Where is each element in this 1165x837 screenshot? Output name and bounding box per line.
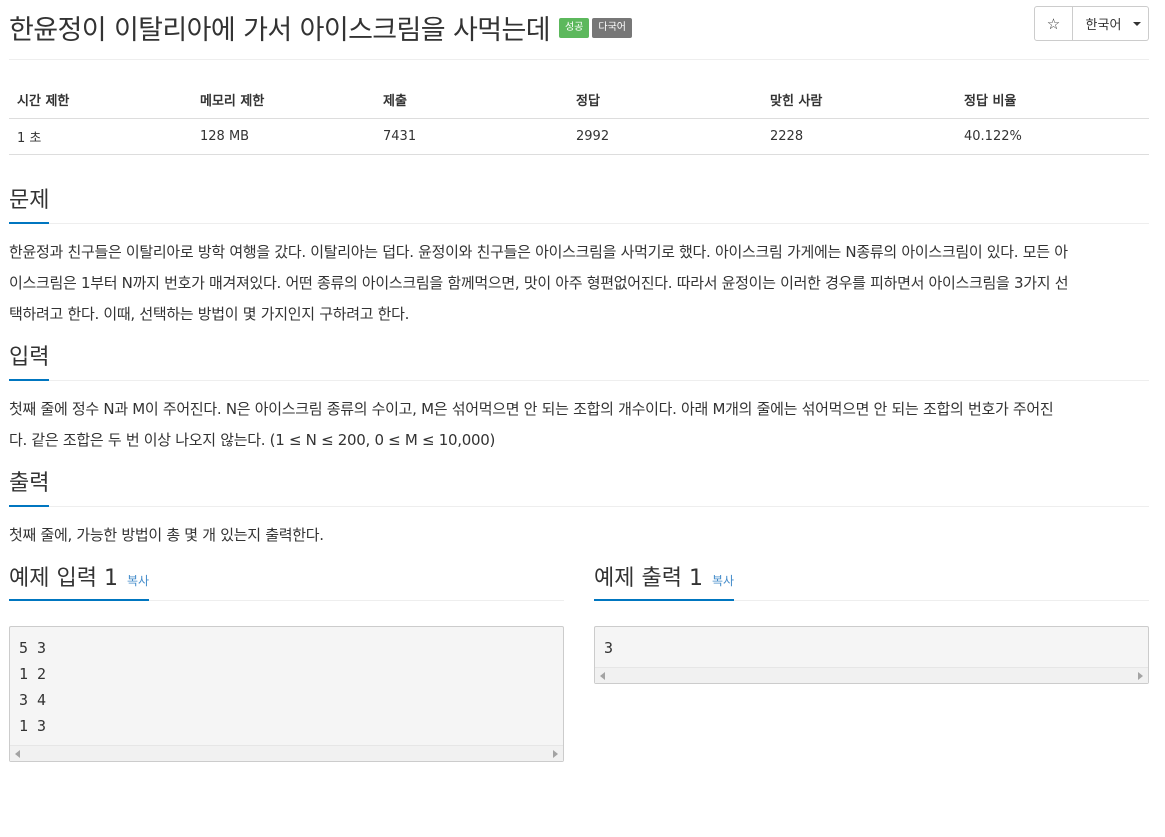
section-header: 문제 <box>9 178 1149 224</box>
problem-section: 문제 한윤정과 친구들은 이탈리아로 방학 여행을 갔다. 이탈리아는 덥다. … <box>9 178 1149 330</box>
code-line: 1 2 <box>19 665 47 683</box>
sample-heading: 예제 입력 1 복사 <box>9 565 150 601</box>
description-line: 첫째 줄에, 가능한 방법이 총 몇 개 있는지 출력한다. <box>9 526 324 544</box>
ratio-value: 40.122% <box>956 118 1149 155</box>
sample-output-panel: 예제 출력 1 복사 3 <box>594 555 1149 762</box>
header-time-limit: 시간 제한 <box>9 81 192 119</box>
description-line: 택하려고 한다. 이때, 선택하는 방법이 몇 가지인지 구하려고 한다. <box>9 305 410 323</box>
code-line: 3 <box>604 639 614 657</box>
scroll-right-icon[interactable] <box>1138 672 1143 680</box>
memory-limit-value: 128 MB <box>192 118 375 155</box>
header-button-group: ☆ 한국어 <box>1034 6 1149 41</box>
problem-header: 한윤정이 이탈리아에 가서 아이스크림을 사먹는데 성공 다국어 ☆ 한국어 <box>9 0 1149 60</box>
code-line: 1 3 <box>19 717 47 735</box>
header-ratio: 정답 비율 <box>956 81 1149 119</box>
horizontal-scrollbar[interactable] <box>10 745 563 761</box>
title-wrap: 한윤정이 이탈리아에 가서 아이스크림을 사먹는데 성공 다국어 <box>9 8 632 47</box>
multilang-badge: 다국어 <box>592 17 632 38</box>
sample-output-title: 예제 출력 1 <box>594 566 703 591</box>
input-description: 첫째 줄에 정수 N과 M이 주어진다. N은 아이스크림 종류의 수이고, M… <box>9 381 1149 456</box>
description-line: 다. 같은 조합은 두 번 이상 나오지 않는다. (1 ≤ N ≤ 200, … <box>9 431 496 449</box>
table-row: 1 초 128 MB 7431 2992 2228 40.122% <box>9 118 1149 155</box>
section-title-problem: 문제 <box>9 187 50 224</box>
description-line: 이스크림은 1부터 N까지 번호가 매겨져있다. 어떤 종류의 아이스크림을 함… <box>9 274 1069 292</box>
caret-down-icon <box>1133 21 1142 26</box>
language-dropdown[interactable]: 한국어 <box>1073 6 1149 41</box>
input-section: 입력 첫째 줄에 정수 N과 M이 주어진다. N은 아이스크림 종류의 수이고… <box>9 335 1149 456</box>
section-title-output: 출력 <box>9 470 50 507</box>
sample-header: 예제 입력 1 복사 <box>9 555 564 601</box>
language-label: 한국어 <box>1085 18 1122 33</box>
problem-title: 한윤정이 이탈리아에 가서 아이스크림을 사먹는데 <box>9 15 551 46</box>
section-header: 출력 <box>9 461 1149 507</box>
header-memory-limit: 메모리 제한 <box>192 81 375 119</box>
code-line: 5 3 <box>19 639 47 657</box>
scroll-right-icon[interactable] <box>553 750 558 758</box>
problem-info-table: 시간 제한 메모리 제한 제출 정답 맞힌 사람 정답 비율 1 초 128 M… <box>9 81 1149 155</box>
header-submissions: 제출 <box>375 81 568 119</box>
star-button[interactable]: ☆ <box>1034 6 1073 41</box>
scroll-left-icon[interactable] <box>600 672 605 680</box>
solvers-value: 2228 <box>762 118 956 155</box>
sample-input-panel: 예제 입력 1 복사 5 3 1 2 3 4 1 3 <box>9 555 564 762</box>
accepted-value: 2992 <box>568 118 762 155</box>
section-header: 입력 <box>9 335 1149 381</box>
horizontal-scrollbar[interactable] <box>595 667 1148 683</box>
header-solvers: 맞힌 사람 <box>762 81 956 119</box>
copy-output-link[interactable]: 복사 <box>712 572 734 589</box>
description-line: 한윤정과 친구들은 이탈리아로 방학 여행을 갔다. 이탈리아는 덥다. 윤정이… <box>9 243 1068 261</box>
code-line: 3 4 <box>19 691 47 709</box>
output-description: 첫째 줄에, 가능한 방법이 총 몇 개 있는지 출력한다. <box>9 507 1149 551</box>
sample-input-code[interactable]: 5 3 1 2 3 4 1 3 <box>9 626 564 762</box>
scroll-left-icon[interactable] <box>15 750 20 758</box>
success-badge: 성공 <box>558 17 590 38</box>
table-header-row: 시간 제한 메모리 제한 제출 정답 맞힌 사람 정답 비율 <box>9 81 1149 119</box>
sample-output-code[interactable]: 3 <box>594 626 1149 684</box>
problem-description: 한윤정과 친구들은 이탈리아로 방학 여행을 갔다. 이탈리아는 덥다. 윤정이… <box>9 224 1149 330</box>
output-section: 출력 첫째 줄에, 가능한 방법이 총 몇 개 있는지 출력한다. <box>9 461 1149 551</box>
copy-input-link[interactable]: 복사 <box>127 572 149 589</box>
description-line: 첫째 줄에 정수 N과 M이 주어진다. N은 아이스크림 종류의 수이고, M… <box>9 400 1054 418</box>
header-accepted: 정답 <box>568 81 762 119</box>
problem-page: 한윤정이 이탈리아에 가서 아이스크림을 사먹는데 성공 다국어 ☆ 한국어 시… <box>0 0 1165 837</box>
sample-input-title: 예제 입력 1 <box>9 566 118 591</box>
sample-heading: 예제 출력 1 복사 <box>594 565 735 601</box>
samples-row: 예제 입력 1 복사 5 3 1 2 3 4 1 3 예제 출력 1 복사 3 <box>9 555 1149 762</box>
time-limit-value: 1 초 <box>9 118 192 155</box>
submissions-value: 7431 <box>375 118 568 155</box>
sample-header: 예제 출력 1 복사 <box>594 555 1149 601</box>
section-title-input: 입력 <box>9 344 50 381</box>
star-icon: ☆ <box>1046 14 1061 33</box>
